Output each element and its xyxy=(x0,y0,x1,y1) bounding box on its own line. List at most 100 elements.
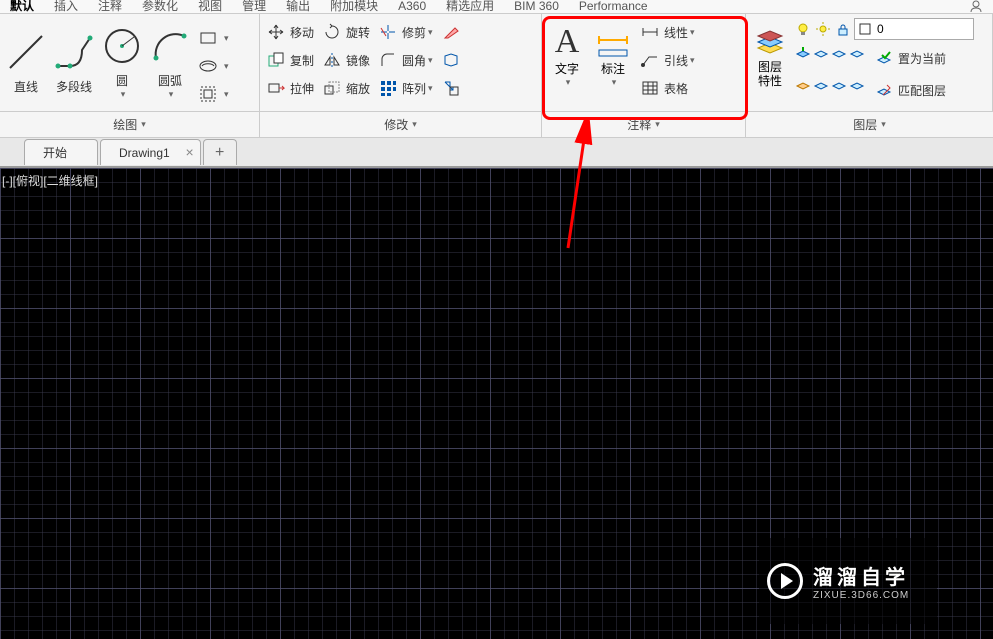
menu-addins[interactable]: 附加模块 xyxy=(320,0,388,12)
leader-button[interactable]: 引线 ▾ xyxy=(638,46,697,74)
layer-mini2-icon[interactable] xyxy=(813,44,829,60)
dim-button[interactable]: 标注 ▾ xyxy=(590,16,636,106)
layer-selector[interactable]: 0 xyxy=(854,18,974,40)
panel-title-bar: 绘图▾ 修改▾ 注释▾ 图层▾ xyxy=(0,112,993,138)
leader-label: 引线 xyxy=(664,52,688,69)
menu-default[interactable]: 默认 xyxy=(0,0,44,12)
dim-icon xyxy=(595,20,631,60)
tab-drawing1[interactable]: Drawing1 × xyxy=(100,139,201,165)
layer-mini1-icon[interactable] xyxy=(795,44,811,60)
arc-button[interactable]: 圆弧 ▾ xyxy=(146,16,194,106)
play-icon xyxy=(767,563,803,599)
menu-view[interactable]: 视图 xyxy=(188,0,232,12)
menu-featured[interactable]: 精选应用 xyxy=(436,0,504,12)
rect-button[interactable]: ▾ xyxy=(196,24,231,52)
mirror-icon xyxy=(323,51,341,69)
menu-a360[interactable]: A360 xyxy=(388,0,436,12)
circle-label: 圆 xyxy=(116,72,128,89)
menu-manage[interactable]: 管理 xyxy=(232,0,276,12)
setcurrent-label: 置为当前 xyxy=(898,50,946,67)
annotate-panel-title[interactable]: 注释▾ xyxy=(542,112,746,137)
tab-bar: 开始 Drawing1 × + xyxy=(0,138,993,168)
match-icon xyxy=(876,82,892,98)
menu-insert[interactable]: 插入 xyxy=(44,0,88,12)
watermark-title: 溜溜自学 xyxy=(813,561,909,590)
close-icon[interactable]: × xyxy=(186,144,194,160)
rotate-icon xyxy=(323,23,341,41)
rotate-label: 旋转 xyxy=(346,24,370,41)
rotate-button[interactable]: 旋转 xyxy=(320,18,372,46)
polyline-button[interactable]: 多段线 xyxy=(50,16,98,106)
hatch-icon xyxy=(199,57,217,75)
stretch-icon xyxy=(267,79,285,97)
tab-new[interactable]: + xyxy=(203,139,237,165)
hatch-button[interactable]: ▾ xyxy=(196,52,231,80)
setcurrent-button[interactable]: 置为当前 xyxy=(872,44,948,72)
text-icon: A xyxy=(549,20,585,60)
leader-icon xyxy=(641,51,659,69)
circle-icon xyxy=(100,24,144,68)
layer-props-button[interactable]: 图层 特性 xyxy=(748,16,792,106)
menu-user-icon[interactable]: ▾ xyxy=(959,0,993,14)
setcurrent-icon xyxy=(876,50,892,66)
trim-button[interactable]: 修剪 ▾ xyxy=(376,18,435,46)
layer-panel-title[interactable]: 图层▾ xyxy=(746,112,993,137)
circle-button[interactable]: 圆 ▾ xyxy=(98,16,146,106)
layer-mini5-icon[interactable] xyxy=(795,76,811,92)
menu-performance[interactable]: Performance xyxy=(569,0,658,12)
explode-button[interactable] xyxy=(439,46,467,74)
layer-mini4-icon[interactable] xyxy=(849,44,865,60)
copy-icon xyxy=(267,51,285,69)
copy-label: 复制 xyxy=(290,52,314,69)
match-button[interactable]: 匹配图层 xyxy=(872,76,948,104)
scale-button[interactable]: 缩放 xyxy=(320,74,372,102)
mirror-label: 镜像 xyxy=(346,52,370,69)
panel-layer: 图层 特性 0 xyxy=(746,14,993,111)
layer-mini6-icon[interactable] xyxy=(813,76,829,92)
fillet-label: 圆角 xyxy=(402,52,426,69)
lock-icon[interactable] xyxy=(835,21,851,37)
move-icon xyxy=(267,23,285,41)
erase-button[interactable] xyxy=(439,18,467,46)
erase-icon xyxy=(442,23,460,41)
offset-button[interactable] xyxy=(439,74,467,102)
tab-start[interactable]: 开始 xyxy=(24,139,98,165)
modify-panel-title[interactable]: 修改▾ xyxy=(260,112,542,137)
menubar: 默认 插入 注释 参数化 视图 管理 输出 附加模块 A360 精选应用 BIM… xyxy=(0,0,993,14)
drawing-canvas[interactable]: [-][俯视][二维线框] 溜溜自学 ZIXUE.3D66.COM xyxy=(0,168,993,639)
fillet-button[interactable]: 圆角 ▾ xyxy=(376,46,435,74)
stretch-button[interactable]: 拉伸 xyxy=(264,74,316,102)
layer-props-icon xyxy=(753,20,787,60)
panel-modify: 移动 复制 拉伸 旋转 镜像 xyxy=(260,14,542,111)
region-button[interactable]: ▾ xyxy=(196,80,231,108)
menu-annotate[interactable]: 注释 xyxy=(88,0,132,12)
linear-button[interactable]: 线性 ▾ xyxy=(638,18,697,46)
match-label: 匹配图层 xyxy=(898,82,946,99)
tab-drawing1-label: Drawing1 xyxy=(119,146,170,160)
view-label[interactable]: [-][俯视][二维线框] xyxy=(2,172,98,189)
linear-label: 线性 xyxy=(664,24,688,41)
array-button[interactable]: 阵列 ▾ xyxy=(376,74,435,102)
table-button[interactable]: 表格 xyxy=(638,74,697,102)
array-icon xyxy=(379,79,397,97)
line-button[interactable]: 直线 xyxy=(2,16,50,106)
draw-panel-title[interactable]: 绘图▾ xyxy=(0,112,260,137)
line-label: 直线 xyxy=(14,78,38,95)
copy-button[interactable]: 复制 xyxy=(264,46,316,74)
mirror-button[interactable]: 镜像 xyxy=(320,46,372,74)
polyline-icon xyxy=(52,30,96,74)
layer-mini3-icon[interactable] xyxy=(831,44,847,60)
menu-bim360[interactable]: BIM 360 xyxy=(504,0,569,12)
layer-mini7-icon[interactable] xyxy=(831,76,847,92)
sun-icon[interactable] xyxy=(815,21,831,37)
layer-mini8-icon[interactable] xyxy=(849,76,865,92)
menu-output[interactable]: 输出 xyxy=(276,0,320,12)
layer-props-label: 图层 特性 xyxy=(758,60,782,89)
dim-label: 标注 xyxy=(601,60,625,77)
layer-name: 0 xyxy=(877,22,884,36)
bulb-icon[interactable] xyxy=(795,21,811,37)
menu-parametric[interactable]: 参数化 xyxy=(132,0,188,12)
scale-label: 缩放 xyxy=(346,80,370,97)
move-button[interactable]: 移动 xyxy=(264,18,316,46)
text-button[interactable]: A 文字 ▾ xyxy=(544,16,590,106)
